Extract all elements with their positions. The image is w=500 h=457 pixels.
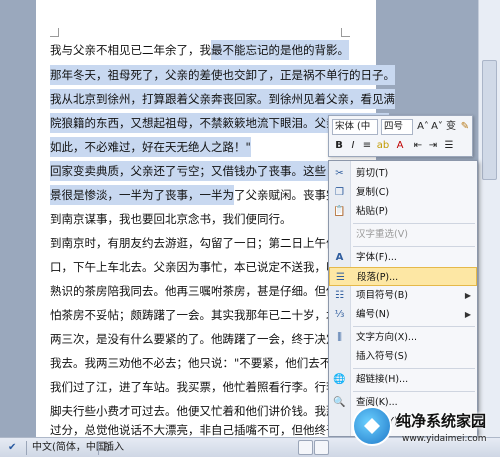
convert-icon [333, 228, 346, 241]
hyperlink-icon: 🌐 [333, 374, 346, 385]
lookup-icon: 🔍 [333, 397, 346, 408]
menu-separator [353, 368, 475, 369]
synonyms-icon [333, 415, 346, 428]
bold-button[interactable]: B [332, 138, 346, 154]
document-line[interactable]: 那年冬天，祖母死了，父亲的差使也交卸了，正是祸不单行的日子。 [50, 64, 395, 86]
menu-item-hyperlink[interactable]: 🌐 超链接(H)... [329, 370, 477, 389]
status-separator [26, 441, 27, 455]
scrollbar-thumb[interactable] [482, 60, 497, 180]
highlight-button[interactable]: ab [376, 138, 390, 154]
submenu-arrow-icon: ▶ [464, 310, 471, 319]
vertical-scrollbar[interactable] [478, 0, 500, 437]
document-page[interactable]: 我与父亲不相见已二年余了，我最不能忘记的是他的背影。 那年冬天，祖母死了，父亲的… [36, 0, 407, 437]
menu-item-copy[interactable]: ❐ 复制(C) [329, 183, 477, 202]
grow-font-button[interactable]: A˄ [416, 119, 430, 135]
symbol-icon [333, 350, 346, 363]
mini-toolbar: 宋体 (中 四号 A˄ A˅ 变 ✎ B I ≡ ab A ⇤ ⇥ ☰ [328, 115, 473, 157]
font-icon: A [335, 252, 344, 263]
font-size-select[interactable]: 四号 [381, 119, 413, 135]
menu-item-paste[interactable]: 📋 粘贴(P) [329, 202, 477, 221]
spellcheck-icon[interactable]: ✔ [8, 441, 16, 455]
print-layout-view-icon[interactable] [298, 440, 313, 455]
phonetic-guide-button[interactable]: 变 [444, 119, 458, 135]
menu-item-bullets[interactable]: ☷ 项目符号(B) ▶ [329, 286, 477, 305]
copy-icon: ❐ [335, 187, 344, 198]
menu-item-text-direction[interactable]: ⫼ 文字方向(X)... [329, 328, 477, 347]
document-line[interactable]: 我从北京到徐州，打算跟着父亲奔丧回家。到徐州见着父亲，看见满 [50, 88, 395, 110]
full-screen-view-icon[interactable] [314, 440, 329, 455]
menu-item-paragraph[interactable]: ☰ 段落(P)... [329, 267, 477, 286]
insert-mode-status[interactable]: 插入 [104, 441, 124, 455]
font-color-button[interactable]: A [393, 138, 407, 154]
paste-icon: 📋 [333, 206, 346, 217]
watermark-url: www.yidaimei.com [402, 434, 487, 444]
submenu-arrow-icon: ▶ [464, 291, 471, 300]
numbering-icon: ⅓ [334, 309, 345, 320]
margin-corner-top-left [50, 28, 59, 37]
decrease-indent-button[interactable]: ⇤ [411, 138, 425, 154]
margin-corner-top-right [341, 28, 350, 37]
word-window: 我与父亲不相见已二年余了，我最不能忘记的是他的背影。 那年冬天，祖母死了，父亲的… [0, 0, 500, 457]
menu-item-font[interactable]: A 字体(F)... [329, 248, 477, 267]
watermark-title: 纯净系统家园 [396, 412, 487, 430]
bullets-button[interactable]: ☰ [442, 138, 456, 154]
font-name-select[interactable]: 宋体 (中 [332, 119, 378, 135]
menu-item-hanzi-reconvert: 汉字重选(V) [329, 225, 477, 244]
watermark-logo-icon [352, 406, 392, 446]
italic-button[interactable]: I [346, 138, 360, 154]
menu-separator [353, 391, 475, 392]
shrink-font-button[interactable]: A˅ [430, 119, 444, 135]
center-align-button[interactable]: ≡ [360, 138, 374, 154]
paragraph-icon: ☰ [336, 272, 345, 283]
bullets-icon: ☷ [335, 290, 344, 301]
context-menu: ✂ 剪切(T) ❐ 复制(C) 📋 粘贴(P) 汉字重选(V) A 字体(F).… [328, 160, 478, 437]
site-watermark: 纯净系统家园 www.yidaimei.com [352, 404, 500, 454]
menu-item-numbering[interactable]: ⅓ 编号(N) ▶ [329, 305, 477, 324]
status-separator [98, 441, 99, 455]
menu-separator [353, 223, 475, 224]
format-painter-icon[interactable]: ✎ [458, 119, 472, 135]
document-line[interactable]: 我与父亲不相见已二年余了，我最不能忘记的是他的背影。 [50, 39, 349, 61]
scissors-icon: ✂ [335, 168, 344, 179]
text-direction-icon: ⫼ [337, 332, 342, 343]
menu-item-cut[interactable]: ✂ 剪切(T) [329, 164, 477, 183]
document-line[interactable]: 如此，不必难过，好在天无绝人之路！" [50, 136, 251, 158]
document-line[interactable]: 到南京谋事，我也要回北京念书，我们便同行。 [50, 208, 292, 230]
menu-separator [353, 246, 475, 247]
menu-item-insert-symbol[interactable]: 插入符号(S) [329, 347, 477, 366]
menu-separator [353, 326, 475, 327]
document-line[interactable]: 我去。我两三劝他不必去；他只说："不要紧，他们去不好！" [50, 352, 360, 374]
increase-indent-button[interactable]: ⇥ [426, 138, 440, 154]
